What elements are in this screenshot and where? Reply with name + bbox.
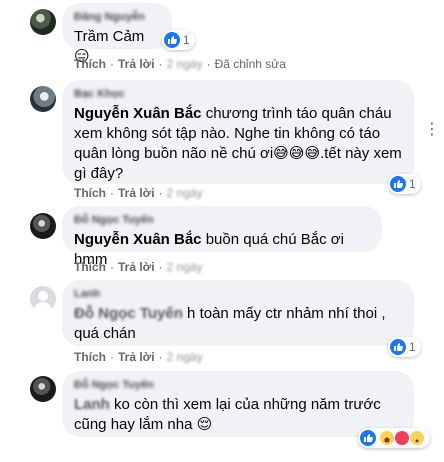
haha-reaction-icon: [379, 430, 395, 446]
comment-author[interactable]: Đỗ Ngọc Tuyến: [74, 214, 370, 227]
comment-text: Nguyễn Xuân Bắc chương trình táo quân ch…: [74, 104, 402, 184]
timestamp[interactable]: 2 ngày: [167, 350, 203, 364]
comment-bubble: Đỗ Ngọc Tuyến Lanh ko còn thì xem lại củ…: [62, 371, 414, 437]
like-link[interactable]: Thích: [74, 57, 106, 71]
reply-link[interactable]: Trả lời: [118, 57, 155, 71]
love-reaction-icon: [394, 430, 410, 446]
comment-actions: Thích · Trả lời · 2 ngày: [74, 260, 203, 274]
timestamp[interactable]: 2 ngày: [167, 260, 203, 274]
comment-text: Đỗ Ngọc Tuyến h toàn mấy ctr nhảm nhí th…: [74, 304, 402, 344]
like-link[interactable]: Thích: [74, 186, 106, 200]
separator: ·: [110, 186, 114, 200]
mention-tag[interactable]: Lanh: [74, 396, 110, 413]
reaction-summary[interactable]: 1: [388, 337, 421, 357]
avatar[interactable]: [30, 286, 56, 312]
reply-link[interactable]: Trả lời: [118, 350, 155, 364]
comment-actions: Thích · Trả lời · 2 ngày: [74, 186, 203, 200]
mention-tag[interactable]: Nguyễn Xuân Bắc: [74, 105, 202, 122]
like-link[interactable]: Thích: [74, 350, 106, 364]
separator: ·: [206, 57, 211, 71]
comment-actions: Thích · Trả lời · 2 ngày: [74, 350, 203, 364]
edited-label: Đã chỉnh sửa: [214, 57, 286, 71]
separator: ·: [110, 57, 114, 71]
separator: ·: [158, 186, 163, 200]
reaction-summary[interactable]: 1: [388, 174, 421, 194]
reaction-summary[interactable]: 1: [162, 30, 195, 50]
comment-bubble: Lanh Đỗ Ngọc Tuyến h toàn mấy ctr nhảm n…: [62, 280, 414, 346]
mention-tag[interactable]: Nguyễn Xuân Bắc: [74, 231, 202, 248]
comment-bubble: Bạc Khọc Nguyễn Xuân Bắc chương trình tá…: [62, 80, 414, 184]
like-icon: [390, 339, 406, 355]
timestamp[interactable]: 2 ngày: [167, 186, 203, 200]
reaction-count: 1: [409, 340, 416, 354]
comment-author[interactable]: Đăng Nguyễn: [74, 11, 160, 24]
like-link[interactable]: Thích: [74, 260, 106, 274]
separator: ·: [158, 260, 163, 274]
separator: ·: [110, 260, 114, 274]
mention-tag[interactable]: Đỗ Ngọc Tuyến: [74, 305, 183, 322]
comment-author[interactable]: Lanh: [74, 288, 402, 301]
comment-body: ko còn thì xem lại của những năm trước c…: [74, 396, 381, 433]
comment-bubble: Đăng Nguyễn Trầm Cảm 😑: [62, 3, 172, 65]
avatar[interactable]: [30, 213, 56, 239]
reply-link[interactable]: Trả lời: [118, 260, 155, 274]
comment-actions: Thích · Trả lời · 2 ngày · Đã chỉnh sửa: [74, 57, 286, 71]
like-icon: [360, 430, 376, 446]
like-icon: [390, 176, 406, 192]
comment-text: Lanh ko còn thì xem lại của những năm tr…: [74, 395, 402, 435]
reply-link[interactable]: Trả lời: [118, 186, 155, 200]
avatar[interactable]: [30, 376, 56, 402]
separator: ·: [110, 350, 114, 364]
like-icon: [164, 32, 180, 48]
comment-bubble: Đỗ Ngọc Tuyến Nguyễn Xuân Bắc buồn quá c…: [62, 206, 382, 268]
avatar[interactable]: [30, 9, 56, 35]
sad-reaction-icon: [409, 430, 425, 446]
timestamp[interactable]: 2 ngày: [167, 57, 203, 71]
reaction-count: 1: [409, 177, 416, 191]
reaction-count: 1: [183, 33, 190, 47]
avatar[interactable]: [30, 86, 56, 112]
more-options-icon[interactable]: ⋮: [424, 122, 440, 138]
comment-author[interactable]: Bạc Khọc: [74, 88, 402, 101]
reaction-summary[interactable]: [358, 428, 430, 448]
separator: ·: [158, 350, 163, 364]
comment-author[interactable]: Đỗ Ngọc Tuyến: [74, 379, 402, 392]
separator: ·: [158, 57, 163, 71]
